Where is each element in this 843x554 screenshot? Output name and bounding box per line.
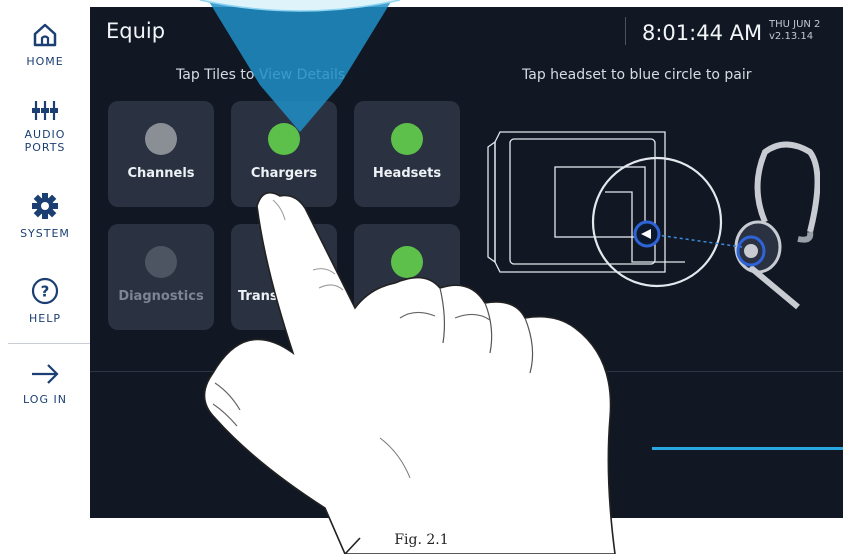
nav-audio-ports[interactable]: AUDIO PORTS [0, 98, 90, 154]
header-divider [625, 17, 626, 45]
nav-home-label: HOME [26, 55, 64, 68]
progress-line [652, 447, 843, 450]
nav-system[interactable]: SYSTEM [0, 192, 90, 240]
sidebar: HOME AUDIO PORTS SYSTEM ? HELP LOG IN [0, 0, 90, 520]
sliders-icon [32, 101, 58, 120]
nav-audio-ports-label: AUDIO PORTS [24, 128, 66, 154]
date-version: THU JUN 2 v2.13.14 [769, 19, 820, 43]
nav-help-label: HELP [29, 312, 61, 325]
nav-home[interactable]: HOME [0, 22, 90, 68]
nav-log-in[interactable]: LOG IN [0, 362, 90, 406]
figure-caption: Fig. 2.1 [394, 532, 449, 548]
callout-cone [199, 0, 401, 132]
firmware-version: v2.13.14 [769, 31, 814, 42]
nav-help[interactable]: ? HELP [0, 277, 90, 325]
status-dot [145, 246, 177, 278]
nav-system-label: SYSTEM [20, 227, 70, 240]
arrow-right-icon [32, 364, 59, 384]
help-icon: ? [31, 277, 59, 305]
clock-date: THU JUN 2 [769, 19, 821, 30]
nav-log-in-label: LOG IN [23, 393, 67, 406]
pair-heading: Tap headset to blue circle to pair [522, 67, 752, 83]
home-icon [33, 23, 57, 47]
page-title: Equip [106, 19, 166, 43]
pointing-hand-illustration [203, 191, 616, 554]
status-dot [145, 123, 177, 155]
svg-text:?: ? [41, 283, 50, 301]
clock-time: 8:01:44 AM [642, 21, 763, 45]
gear-icon [32, 193, 58, 219]
sidebar-divider [8, 343, 90, 344]
